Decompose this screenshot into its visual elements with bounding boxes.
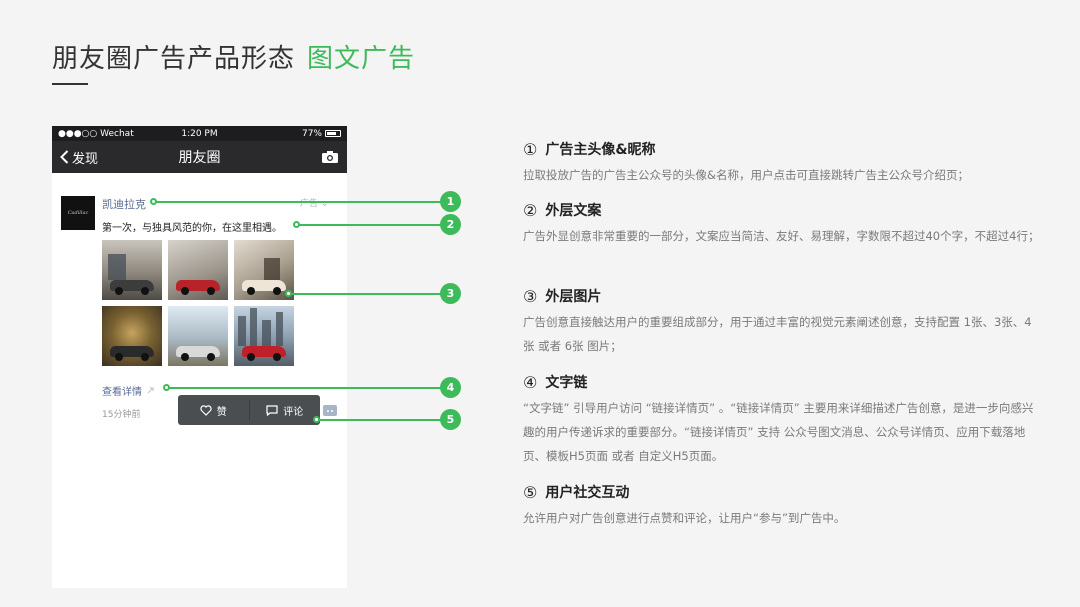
description-number: ⑤ [523, 482, 538, 502]
description-heading: ① 广告主头像&昵称 [523, 139, 1043, 159]
callout-line-5 [318, 419, 445, 421]
description-heading: ② 外层文案 [523, 200, 1043, 220]
nav-bar: 发现 朋友圈 [52, 141, 347, 173]
description-title: 外层图片 [545, 289, 602, 305]
callout-dot-1 [150, 198, 157, 205]
comment-icon [266, 404, 278, 416]
callout-badge-5: 5 [440, 409, 461, 430]
interaction-popup: 赞 评论 [178, 395, 320, 425]
title-highlight: 图文广告 [307, 44, 416, 74]
callout-badge-2: 2 [440, 214, 461, 235]
title-main: 朋友圈广告产品形态 [52, 44, 296, 74]
description-1: ① 广告主头像&昵称 拉取投放广告的广告主公众号的头像&名称，用户点击可直接跳转广… [523, 139, 1043, 187]
description-text: 广告创意直接触达用户的重要组成部分，用于通过丰富的视觉元素阐述创意，支持配置 1… [523, 315, 1032, 353]
avatar-logo-text: Cadillac [67, 210, 89, 216]
more-actions-icon[interactable] [323, 405, 337, 416]
car-image-5[interactable] [168, 306, 228, 366]
comment-label: 评论 [283, 406, 304, 418]
callout-badge-4: 4 [440, 377, 461, 398]
callout-line-4 [168, 387, 445, 389]
description-heading: ⑤ 用户社交互动 [523, 482, 1043, 502]
description-number: ① [523, 139, 538, 159]
back-button[interactable]: 发现 [60, 148, 98, 167]
car-image-4[interactable] [102, 306, 162, 366]
description-number: ② [523, 200, 538, 220]
callout-dot-3 [285, 290, 292, 297]
callout-badge-1: 1 [440, 191, 461, 212]
description-number: ③ [523, 286, 538, 306]
description-2: ② 外层文案 广告外显创意非常重要的一部分，文案应当简洁、友好、易理解，字数限不超… [523, 200, 1043, 248]
description-text: 允许用户对广告创意进行点赞和评论，让用户“参与”到广告中。 [523, 511, 846, 525]
description-number: ④ [523, 372, 538, 392]
status-time: 1:20 PM [181, 128, 218, 139]
description-title: 用户社交互动 [545, 485, 630, 501]
description-title: 广告主头像&昵称 [545, 142, 656, 158]
description-text: 拉取投放广告的广告主公众号的头像&名称，用户点击可直接跳转广告主公众号介绍页； [523, 168, 969, 182]
car-image-6[interactable] [234, 306, 294, 366]
status-bar: ●●●○○ Wechat 1:20 PM 77% [52, 126, 347, 141]
description-text: “文字链” 引导用户访问 “链接详情页” 。“链接详情页” 主要用来详细描述广告… [523, 401, 1034, 463]
like-label: 赞 [216, 406, 227, 418]
camera-button[interactable] [321, 150, 339, 164]
description-heading: ③ 外层图片 [523, 286, 1043, 306]
description-text: 广告外显创意非常重要的一部分，文案应当简洁、友好、易理解，字数限不超过40个字，… [523, 229, 1040, 243]
callout-dot-5 [313, 416, 320, 423]
callout-dot-4 [163, 384, 170, 391]
back-label: 发现 [72, 151, 99, 167]
callout-line-3 [290, 293, 445, 295]
battery-icon [325, 130, 341, 137]
callout-line-1 [155, 201, 445, 203]
description-3: ③ 外层图片 广告创意直接触达用户的重要组成部分，用于通过丰富的视觉元素阐述创意，… [523, 286, 1043, 358]
car-image-2[interactable] [168, 240, 228, 300]
heart-icon [200, 404, 212, 416]
ad-copy-text: 第一次，与独具风范的你，在这里相遇。 [102, 223, 282, 234]
description-title: 外层文案 [545, 203, 602, 219]
view-details-label: 查看详情 [102, 387, 142, 398]
camera-icon [322, 151, 338, 163]
post-time: 15分钟前 [102, 410, 141, 420]
chevron-left-icon [60, 150, 69, 164]
description-5: ⑤ 用户社交互动 允许用户对广告创意进行点赞和评论，让用户“参与”到广告中。 [523, 482, 1043, 530]
description-title: 文字链 [545, 375, 588, 391]
advertiser-avatar[interactable]: Cadillac [61, 196, 95, 230]
ad-image-grid [102, 240, 296, 366]
callout-badge-3: 3 [440, 283, 461, 304]
description-4: ④ 文字链 “文字链” 引导用户访问 “链接详情页” 。“链接详情页” 主要用来详… [523, 372, 1043, 468]
phone-mockup: ●●●○○ Wechat 1:20 PM 77% 发现 朋友圈 Cadillac… [52, 126, 347, 588]
callout-dot-2 [293, 221, 300, 228]
description-heading: ④ 文字链 [523, 372, 1043, 392]
comment-button[interactable]: 评论 [250, 395, 321, 425]
advertiser-name[interactable]: 凯迪拉克 [102, 196, 146, 212]
title-underline [52, 83, 88, 85]
car-image-1[interactable] [102, 240, 162, 300]
view-details-link[interactable]: 查看详情 [102, 383, 155, 398]
like-button[interactable]: 赞 [178, 395, 249, 425]
page-title: 朋友圈广告产品形态 图文广告 [52, 38, 415, 75]
link-icon [147, 387, 154, 394]
callout-line-2 [298, 224, 445, 226]
